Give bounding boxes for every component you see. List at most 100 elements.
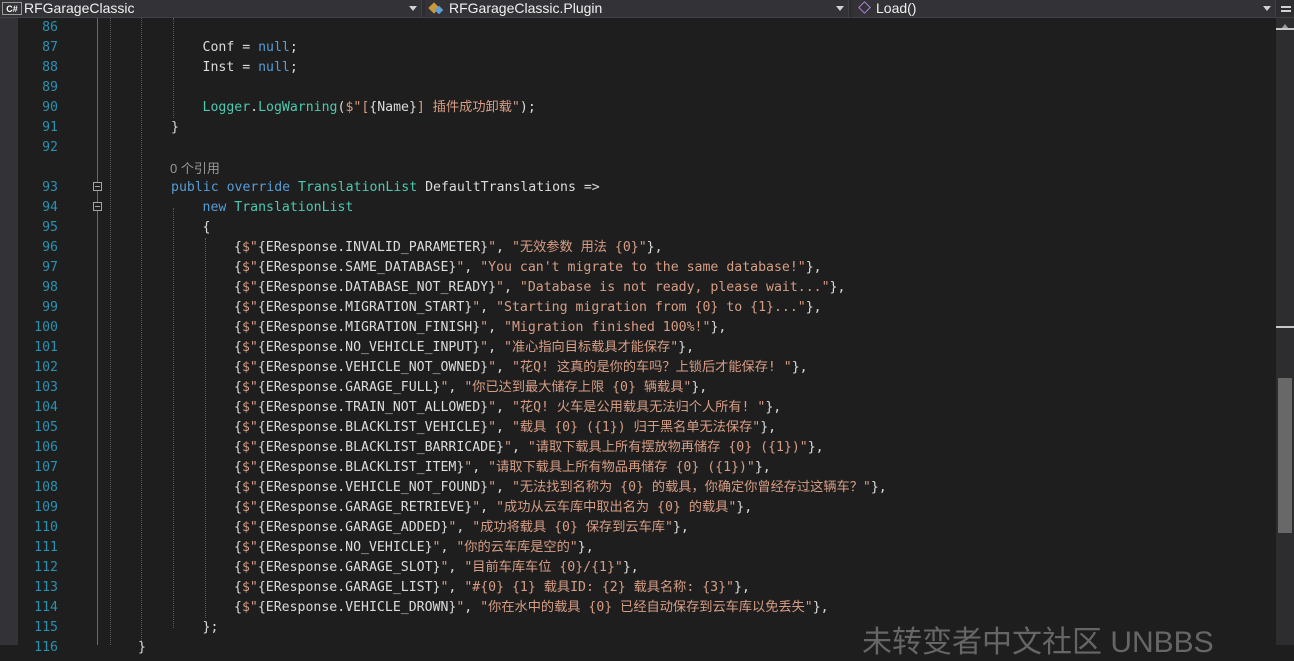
code-token: , (496, 400, 512, 415)
code-token: "你的云车库是空的" (456, 540, 578, 555)
scrollbar-thumb[interactable] (1278, 378, 1292, 533)
code-text[interactable]: {$"{EResponse.VEHICLE_DROWN}", "你在水中的载具 … (234, 598, 829, 618)
code-text[interactable]: }; (203, 618, 219, 638)
code-line[interactable]: 97 {$"{EResponse.SAME_DATABASE}", "You ca… (0, 258, 1276, 278)
code-text[interactable]: { (203, 218, 211, 238)
code-text[interactable]: } (171, 118, 179, 138)
code-line[interactable]: 114 {$"{EResponse.VEHICLE_DROWN}", "你在水中的… (0, 598, 1276, 618)
code-line[interactable]: 94 new TranslationList (0, 198, 1276, 218)
code-token: , (448, 580, 465, 595)
code-text[interactable]: Inst = null; (203, 58, 298, 78)
code-text[interactable]: {$"{EResponse.BLACKLIST_VEHICLE}", "载具 {… (234, 418, 776, 438)
project-icon (429, 2, 445, 15)
code-text[interactable]: {$"{EResponse.GARAGE_FULL}", "你已达到最大储存上限… (234, 378, 707, 398)
code-line[interactable]: 92 (0, 138, 1276, 158)
code-token: { (234, 600, 242, 615)
code-line[interactable]: 108 {$"{EResponse.VEHICLE_NOT_FOUND}", "无… (0, 478, 1276, 498)
type-dropdown-label: RFGarageClassic.Plugin (449, 0, 603, 16)
code-token: { (234, 580, 242, 595)
code-text[interactable]: {$"{EResponse.MIGRATION_FINISH}", "Migra… (234, 318, 726, 338)
line-number: 113 (34, 580, 58, 595)
code-line[interactable]: 112 {$"{EResponse.GARAGE_SLOT}", "目前车库车位 … (0, 558, 1276, 578)
code-text[interactable]: {$"{EResponse.DATABASE_NOT_READY}", "Dat… (234, 278, 845, 298)
code-lens-references[interactable]: 0 个引用 (0, 160, 1276, 178)
code-line[interactable]: 101 {$"{EResponse.NO_VEHICLE_INPUT}", "准心… (0, 338, 1276, 358)
code-line[interactable]: 98 {$"{EResponse.DATABASE_NOT_READY}", "D… (0, 278, 1276, 298)
code-text[interactable]: {$"{EResponse.BLACKLIST_ITEM}", "请取下载具上所… (234, 458, 771, 478)
code-text[interactable]: {$"{EResponse.GARAGE_RETRIEVE}", "成功从云车库… (234, 498, 752, 518)
line-number: 102 (34, 360, 58, 375)
code-line[interactable]: 93 public override TranslationList Defaul… (0, 178, 1276, 198)
code-line[interactable]: 88 Inst = null; (0, 58, 1276, 78)
code-text[interactable]: {$"{EResponse.VEHICLE_NOT_FOUND}", "无法找到… (234, 478, 887, 498)
code-text[interactable]: {$"{EResponse.MIGRATION_START}", "Starti… (234, 298, 822, 318)
code-text[interactable]: } (138, 638, 146, 658)
line-number: 106 (34, 440, 58, 455)
code-token: "成功将载具 {0} 保存到云车库" (472, 520, 673, 535)
code-token: } (138, 640, 146, 655)
code-token: "载具 {0} ({1}) 归于黑名单无法保存" (511, 420, 761, 435)
code-text[interactable]: {$"{EResponse.BLACKLIST_BARRICADE}", "请取… (234, 438, 824, 458)
code-line[interactable]: 103 {$"{EResponse.GARAGE_FULL}", "你已达到最大储… (0, 378, 1276, 398)
code-line[interactable]: 96 {$"{EResponse.INVALID_PARAMETER}", "无效… (0, 238, 1276, 258)
code-line[interactable]: 87 Conf = null; (0, 38, 1276, 58)
code-text[interactable]: {$"{EResponse.VEHICLE_NOT_OWNED}", "花Q! … (234, 358, 808, 378)
code-text[interactable]: {$"{EResponse.GARAGE_ADDED}", "成功将载具 {0}… (234, 518, 689, 538)
code-line[interactable]: 90 Logger.LogWarning($"[{Name}] 插件成功卸载"); (0, 98, 1276, 118)
code-text[interactable]: {$"{EResponse.NO_VEHICLE}", "你的云车库是空的"}, (234, 538, 594, 558)
code-token: { (234, 500, 242, 515)
type-dropdown[interactable]: RFGarageClassic.Plugin (425, 0, 849, 17)
code-line[interactable]: 106 {$"{EResponse.BLACKLIST_BARRICADE}", … (0, 438, 1276, 458)
code-token: , (480, 300, 497, 315)
code-token: {EResponse.TRAIN_NOT_ALLOWED} (257, 400, 489, 415)
code-text[interactable]: {$"{EResponse.GARAGE_SLOT}", "目前车库车位 {0}… (234, 558, 639, 578)
code-token: { (234, 320, 242, 335)
code-token: {EResponse.NO_VEHICLE_INPUT} (257, 340, 481, 355)
line-number: 105 (34, 420, 58, 435)
code-text[interactable]: {$"{EResponse.GARAGE_LIST}", "#{0} {1} 载… (234, 578, 750, 598)
code-line[interactable]: 89 (0, 78, 1276, 98)
code-line[interactable]: 111 {$"{EResponse.NO_VEHICLE}", "你的云车库是空的… (0, 538, 1276, 558)
code-text[interactable]: Conf = null; (203, 38, 298, 58)
code-text[interactable]: {$"{EResponse.SAME_DATABASE}", "You can'… (234, 258, 822, 278)
code-token: }, (812, 600, 829, 615)
code-line[interactable]: 102 {$"{EResponse.VEHICLE_NOT_OWNED}", "花… (0, 358, 1276, 378)
code-token: $" (241, 300, 258, 315)
project-dropdown[interactable]: C# RFGarageClassic (0, 0, 422, 17)
split-window-button[interactable] (1278, 0, 1294, 17)
code-text[interactable]: {$"{EResponse.TRAIN_NOT_ALLOWED}", "花Q! … (234, 398, 781, 418)
code-token: ; (289, 60, 298, 75)
collapse-icon[interactable] (93, 202, 102, 211)
code-line[interactable]: 105 {$"{EResponse.BLACKLIST_VEHICLE}", "载… (0, 418, 1276, 438)
code-text[interactable]: Logger.LogWarning($"[{Name}] 插件成功卸载"); (203, 98, 536, 118)
code-token: Inst = (202, 60, 259, 75)
code-line[interactable]: 109 {$"{EResponse.GARAGE_RETRIEVE}", "成功从… (0, 498, 1276, 518)
method-icon (858, 2, 872, 15)
code-line[interactable]: 91} (0, 118, 1276, 138)
code-editor[interactable]: 0 个引用 86 87 Conf = null; 88 Inst = null; 89 90… (0, 18, 1276, 655)
split-icon (1281, 9, 1291, 12)
collapse-icon[interactable] (93, 182, 102, 191)
code-text[interactable]: {$"{EResponse.NO_VEHICLE_INPUT}", "准心指向目… (234, 338, 694, 358)
code-token: $" (241, 460, 258, 475)
references-label[interactable]: 0 个引用 (170, 160, 220, 178)
code-token: { (234, 380, 242, 395)
code-text[interactable]: {$"{EResponse.INVALID_PARAMETER}", "无效参数… (234, 238, 663, 258)
code-line[interactable]: 113 {$"{EResponse.GARAGE_LIST}", "#{0} {1… (0, 578, 1276, 598)
member-dropdown[interactable]: Load() (852, 0, 1276, 17)
code-line[interactable]: 110 {$"{EResponse.GARAGE_ADDED}", "成功将载具 … (0, 518, 1276, 538)
code-line[interactable]: 104 {$"{EResponse.TRAIN_NOT_ALLOWED}", "花… (0, 398, 1276, 418)
code-line[interactable]: 100 {$"{EResponse.MIGRATION_FINISH}", "Mi… (0, 318, 1276, 338)
code-token: , (448, 380, 465, 395)
code-line[interactable]: 99 {$"{EResponse.MIGRATION_START}", "Star… (0, 298, 1276, 318)
vertical-scrollbar[interactable] (1276, 18, 1294, 645)
code-text[interactable]: new TranslationList (203, 198, 354, 218)
code-text[interactable]: public override TranslationList DefaultT… (171, 178, 600, 198)
line-number: 87 (42, 40, 58, 55)
code-token: " (480, 340, 489, 355)
code-line[interactable]: 95 { (0, 218, 1276, 238)
line-number: 94 (42, 200, 58, 215)
code-token: "你在水中的载具 {0} 已经自动保存到云车库以免丢失" (480, 600, 813, 615)
code-line[interactable]: 86 (0, 18, 1276, 38)
code-line[interactable]: 107 {$"{EResponse.BLACKLIST_ITEM}", "请取下载… (0, 458, 1276, 478)
